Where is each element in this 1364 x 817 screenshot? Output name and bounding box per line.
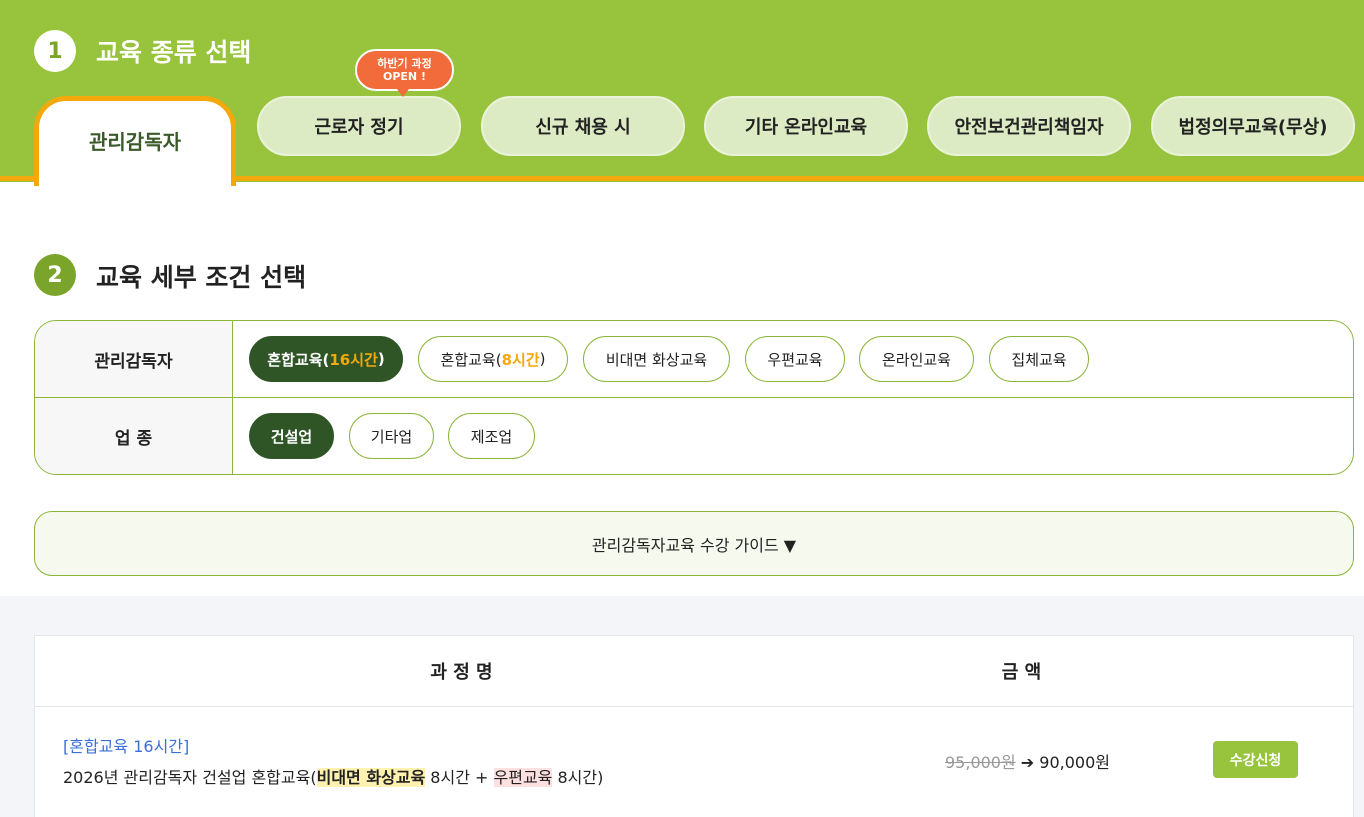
course-mark-video: 비대면 화상교육 [316,768,426,787]
tab-safety-manager[interactable]: 안전보건관리책임자 [927,96,1131,156]
table-header-divider [35,706,1353,707]
step-1-number: 1 [34,30,76,72]
chip-online-education[interactable]: 온라인교육 [859,336,974,382]
chip-text-end: ) [539,350,546,368]
step-2-number: 2 [34,254,76,296]
chip-text-end: ) [377,350,385,368]
step-1-title: 교육 종류 선택 [96,38,252,67]
filter-row-label: 업 종 [35,398,233,474]
course-mark-postal: 우편교육 [493,768,553,787]
chip-highlight: 8시간 [501,350,540,369]
course-tag: [혼합교육 16시간] [63,737,190,756]
open-badge-line2: OPEN ! [383,70,426,83]
course-name-end: 8시간) [552,768,604,787]
guide-label: 관리감독자교육 수강 가이드 ▼ [591,535,797,555]
chip-postal-education[interactable]: 우편교육 [745,336,845,382]
apply-button[interactable]: 수강신청 [1213,741,1298,778]
course-table: 과 정 명 금 액 [혼합교육 16시간] 2026년 관리감독자 건설업 혼합… [34,635,1354,817]
open-badge-line1: 하반기 과정 [377,57,432,70]
course-name-mid: 8시간 + [425,768,494,787]
price-arrow: ➔ [1015,753,1040,772]
tab-new-hire[interactable]: 신규 채용 시 [481,96,685,156]
chip-construction[interactable]: 건설업 [249,413,334,459]
tab-other-online[interactable]: 기타 온라인교육 [704,96,908,156]
filter-row-education-type: 관리감독자 혼합교육(16시간) 혼합교육(8시간) 비대면 화상교육 우편교육… [35,321,1353,398]
chip-manufacturing[interactable]: 제조업 [448,413,535,459]
filter-row-label: 관리감독자 [35,321,233,397]
tab-manager-supervisor[interactable]: 관리감독자 [34,96,236,186]
open-badge-tail [397,89,409,97]
course-price: 95,000원 ➔ 90,000원 [945,749,1110,773]
chip-group-education[interactable]: 집체교육 [989,336,1089,382]
chip-text: 혼합교육( [440,350,502,369]
header-price: 금 액 [1001,662,1042,683]
step-2-title: 교육 세부 조건 선택 [96,263,307,292]
chip-video-education[interactable]: 비대면 화상교육 [583,336,730,382]
chip-blended-16h[interactable]: 혼합교육(16시간) [249,336,403,382]
tab-worker-regular[interactable]: 근로자 정기 [257,96,461,156]
chip-text: 혼합교육( [267,350,330,369]
new-price: 90,000원 [1039,753,1111,772]
chip-highlight: 16시간 [329,350,378,369]
header-course-name: 과 정 명 [430,662,493,683]
guide-toggle-button[interactable]: 관리감독자교육 수강 가이드 ▼ [34,511,1354,576]
chip-blended-8h[interactable]: 혼합교육(8시간) [418,336,568,382]
open-badge: 하반기 과정 OPEN ! [355,49,454,91]
tab-legal-mandatory[interactable]: 법정의무교육(무상) [1151,96,1355,156]
chip-other-industry[interactable]: 기타업 [349,413,434,459]
filter-row-industry: 업 종 건설업 기타업 제조업 [35,398,1353,474]
old-price: 95,000원 [945,753,1016,772]
detail-filter-table: 관리감독자 혼합교육(16시간) 혼합교육(8시간) 비대면 화상교육 우편교육… [34,320,1354,475]
course-name-start: 2026년 관리감독자 건설업 혼합교육( [63,768,317,787]
course-name[interactable]: 2026년 관리감독자 건설업 혼합교육(비대면 화상교육 8시간 + 우편교육… [63,764,603,788]
